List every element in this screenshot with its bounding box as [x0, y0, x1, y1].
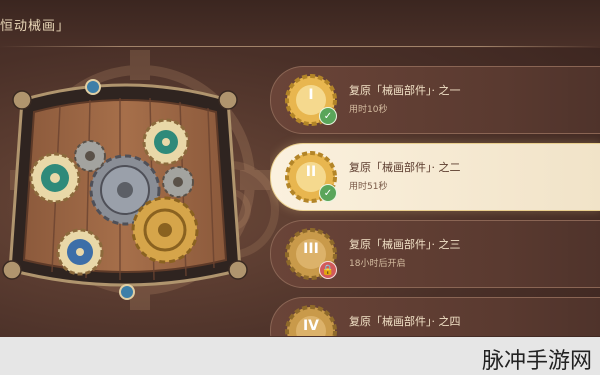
gear-small-gray-right[interactable] [162, 166, 194, 198]
gear-gold[interactable] [131, 196, 199, 264]
quest-numeral: IV [302, 318, 320, 334]
mode-title: 恒动械画」 [0, 19, 71, 34]
quest-item-2[interactable]: II ✓ 复原「械画部件」· 之二 用时51秒 [270, 143, 600, 211]
quest-unlock-time: 18小时后开启 [349, 259, 406, 269]
gear-teal-left[interactable] [29, 152, 81, 204]
quest-item-4[interactable]: IV 复原「械画部件」· 之四 [270, 297, 600, 336]
gear-puzzle-board[interactable] [0, 60, 250, 320]
quest-title: 复原「械画部件」· 之一 [349, 84, 461, 97]
gear-small-gray[interactable] [74, 140, 106, 172]
watermark-band: 脉冲手游网 [0, 337, 600, 375]
gear-teal-top-right[interactable] [142, 118, 190, 166]
quest-numeral: III [303, 241, 319, 257]
quest-title: 复原「械画部件」· 之三 [349, 238, 461, 251]
quest-list: I ✓ 复原「械画部件」· 之一 用时10秒 II ✓ 复原「械画部件」· 之二… [270, 66, 600, 336]
quest-numeral: II [305, 164, 317, 180]
quest-title: 复原「械画部件」· 之四 [349, 315, 461, 328]
watermark-text: 脉冲手游网 [481, 349, 592, 374]
quest-item-3[interactable]: III 🔒 复原「械画部件」· 之三 18小时后开启 [270, 220, 600, 288]
quest-time: 用时51秒 [349, 182, 388, 192]
gear-blue[interactable] [56, 228, 104, 276]
quest-title: 复原「械画部件」· 之二 [349, 161, 461, 174]
quest-item-1[interactable]: I ✓ 复原「械画部件」· 之一 用时10秒 [270, 66, 600, 134]
quest-time: 用时10秒 [349, 105, 388, 115]
quest-numeral: I [308, 87, 314, 103]
check-icon: ✓ [319, 107, 337, 125]
check-icon: ✓ [319, 184, 337, 202]
lock-icon: 🔒 [319, 261, 337, 279]
